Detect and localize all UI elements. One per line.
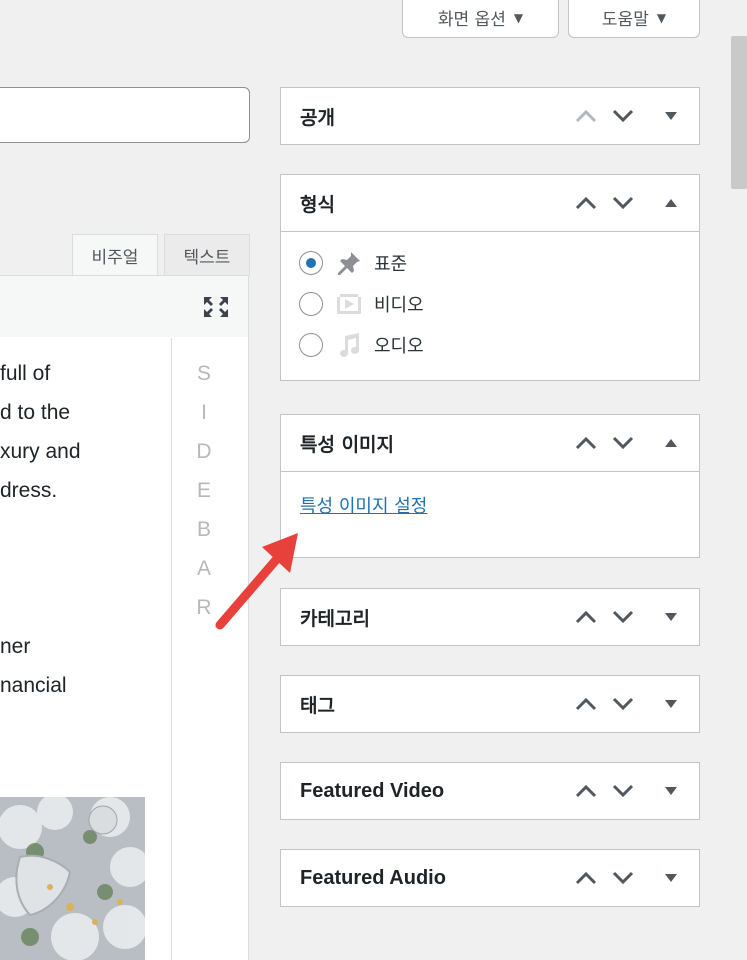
- featured-image-box-title: 특성 이미지: [300, 433, 395, 456]
- sidebar-letter: D: [196, 440, 212, 463]
- publish-box: 공개: [280, 87, 700, 145]
- editor-text: full of d to the xury and dress. ner nan…: [0, 354, 168, 705]
- toggle-panel-icon[interactable]: [651, 175, 691, 231]
- publish-box-title: 공개: [300, 106, 335, 129]
- screen-options-label: 화면 옵션: [437, 10, 506, 30]
- toggle-panel-icon[interactable]: [651, 763, 691, 819]
- move-up-icon[interactable]: [566, 589, 606, 645]
- help-button[interactable]: 도움말 ▼: [568, 0, 700, 38]
- toggle-panel-icon[interactable]: [651, 676, 691, 732]
- content-line: dress.: [0, 479, 58, 502]
- format-box: 형식 표준 비디오 오디오: [280, 174, 700, 381]
- format-label-video: 비디오: [374, 294, 424, 316]
- format-box-header: 형식: [281, 175, 699, 231]
- sidebar-divider: [171, 338, 172, 960]
- radio-standard[interactable]: [299, 250, 323, 275]
- video-icon: [335, 290, 363, 318]
- format-option-standard[interactable]: 표준: [281, 242, 699, 283]
- move-up-icon[interactable]: [566, 763, 606, 819]
- toggle-panel-icon[interactable]: [651, 589, 691, 645]
- featured-image-box: 특성 이미지 특성 이미지 설정: [280, 414, 700, 558]
- move-up-icon[interactable]: [566, 676, 606, 732]
- sidebar-letter: S: [196, 362, 211, 385]
- content-line: d to the: [0, 401, 71, 424]
- sidebar-letter: I: [201, 401, 207, 424]
- help-label: 도움말: [601, 10, 649, 30]
- sidebar-letter: B: [196, 518, 211, 541]
- christmas-ornament-image: [0, 797, 145, 960]
- move-down-icon[interactable]: [603, 676, 643, 732]
- move-up-icon[interactable]: [566, 850, 606, 906]
- sidebar-letter: E: [196, 479, 211, 502]
- featured-video-box: Featured Video: [280, 762, 700, 820]
- move-up-icon[interactable]: [566, 175, 606, 231]
- featured-image-box-header: 특성 이미지: [281, 415, 699, 471]
- toggle-panel-icon[interactable]: [651, 850, 691, 906]
- move-up-icon[interactable]: [566, 415, 606, 471]
- audio-icon: [335, 331, 363, 359]
- categories-box-title: 카테고리: [300, 607, 370, 630]
- move-down-icon[interactable]: [603, 850, 643, 906]
- page-scrollbar-thumb[interactable]: [731, 36, 747, 189]
- toggle-panel-icon[interactable]: [651, 88, 691, 144]
- content-line: [0, 510, 168, 549]
- format-option-audio[interactable]: 오디오: [281, 324, 699, 365]
- sidebar-letter: R: [196, 596, 212, 619]
- tab-text[interactable]: 텍스트: [164, 234, 250, 276]
- move-down-icon[interactable]: [603, 88, 643, 144]
- radio-video[interactable]: [299, 291, 323, 316]
- move-down-icon[interactable]: [603, 175, 643, 231]
- move-down-icon[interactable]: [603, 415, 643, 471]
- categories-box: 카테고리: [280, 588, 700, 646]
- tags-box: 태그: [280, 675, 700, 733]
- radio-audio[interactable]: [299, 332, 323, 357]
- move-down-icon[interactable]: [603, 763, 643, 819]
- pin-icon: [335, 249, 363, 277]
- content-line: [0, 588, 168, 627]
- featured-audio-box: Featured Audio: [280, 849, 700, 907]
- post-title-input[interactable]: [0, 87, 250, 143]
- set-featured-image-link[interactable]: 특성 이미지 설정: [300, 492, 427, 518]
- move-up-icon[interactable]: [566, 88, 606, 144]
- toggle-panel-icon[interactable]: [651, 415, 691, 471]
- content-line: full of: [0, 362, 51, 385]
- sidebar-letter: A: [196, 557, 211, 580]
- featured-image-box-body: 특성 이미지 설정: [281, 471, 699, 558]
- format-box-title: 형식: [300, 193, 335, 216]
- content-line: ner: [0, 635, 31, 658]
- tags-box-title: 태그: [300, 694, 335, 717]
- featured-audio-box-title: Featured Audio: [300, 866, 446, 889]
- caret-down-icon: ▼: [656, 10, 667, 25]
- format-option-video[interactable]: 비디오: [281, 283, 699, 324]
- publish-box-header: 공개: [281, 88, 699, 144]
- fullscreen-icon[interactable]: [203, 296, 229, 318]
- featured-video-box-header: Featured Video: [281, 763, 699, 819]
- caret-down-icon: ▼: [513, 10, 524, 25]
- format-label-audio: 오디오: [374, 335, 424, 357]
- tab-visual[interactable]: 비주얼: [72, 234, 158, 276]
- move-down-icon[interactable]: [603, 589, 643, 645]
- categories-box-header: 카테고리: [281, 589, 699, 645]
- featured-video-box-title: Featured Video: [300, 779, 445, 802]
- featured-audio-box-header: Featured Audio: [281, 850, 699, 906]
- content-line: nancial: [0, 674, 67, 697]
- format-box-body: 표준 비디오 오디오: [281, 231, 699, 380]
- tags-box-header: 태그: [281, 676, 699, 732]
- format-label-standard: 표준: [374, 253, 408, 275]
- content-line: xury and: [0, 440, 81, 463]
- screen-options-button[interactable]: 화면 옵션 ▼: [402, 0, 559, 38]
- sidebar-vertical-text: S I D E B A R: [190, 354, 218, 627]
- content-line: [0, 549, 168, 588]
